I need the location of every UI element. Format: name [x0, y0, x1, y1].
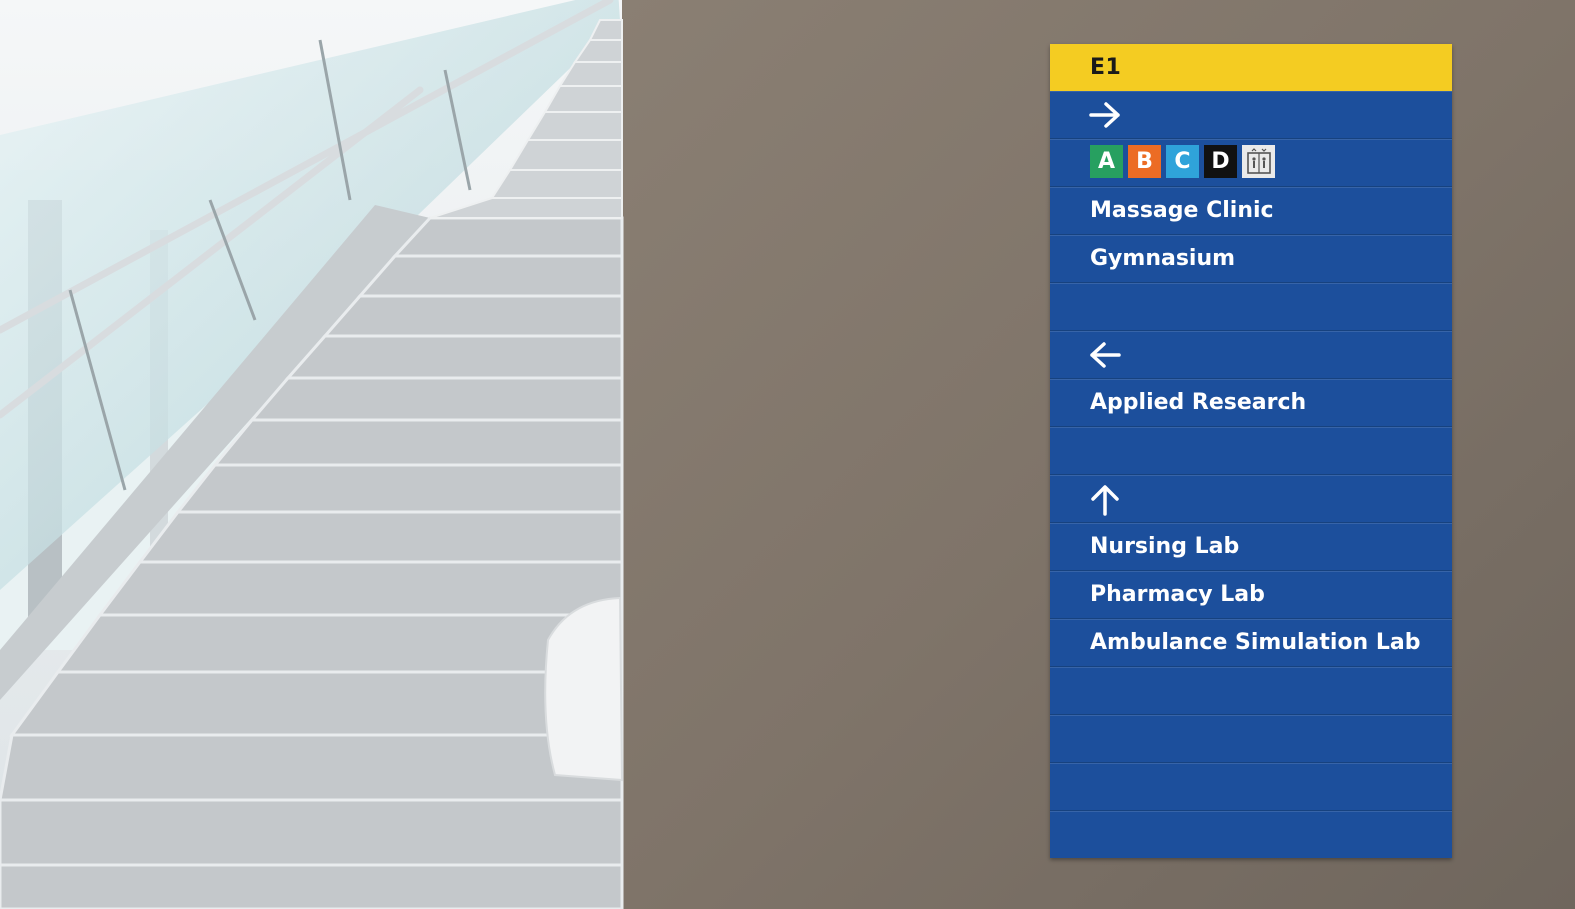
destination-row: Applied Research — [1050, 379, 1452, 427]
blank-panel — [1050, 763, 1452, 811]
building-badges: A B C D — [1090, 145, 1275, 178]
blank-panel — [1050, 811, 1452, 858]
destination-row: Pharmacy Lab — [1050, 571, 1452, 619]
destination-row: Massage Clinic — [1050, 187, 1452, 235]
destination-label: Pharmacy Lab — [1090, 582, 1265, 607]
blank-panel — [1050, 283, 1452, 331]
badge-building-d: D — [1204, 145, 1237, 178]
destination-label: Nursing Lab — [1090, 534, 1240, 559]
sign-header: E1 — [1050, 44, 1452, 91]
panel-right-arrow — [1050, 91, 1452, 139]
destination-row: Gymnasium — [1050, 235, 1452, 283]
destination-row: Ambulance Simulation Lab — [1050, 619, 1452, 667]
panel-up-arrow — [1050, 475, 1452, 523]
wayfinding-sign: E1 A B C D Massage Clinic Gymnasium Appl… — [1050, 44, 1452, 858]
destination-label: Massage Clinic — [1090, 198, 1274, 223]
badge-building-c: C — [1166, 145, 1199, 178]
badge-building-a: A — [1090, 145, 1123, 178]
destination-row: Nursing Lab — [1050, 523, 1452, 571]
arrow-right-icon — [1089, 102, 1120, 128]
elevator-icon — [1242, 145, 1275, 178]
blank-panel — [1050, 427, 1452, 475]
panel-left-arrow — [1050, 331, 1452, 379]
destination-label: Applied Research — [1090, 390, 1307, 415]
panel-buildings: A B C D — [1050, 139, 1452, 187]
location-code: E1 — [1090, 55, 1122, 80]
arrow-up-icon — [1091, 485, 1119, 516]
destination-label: Gymnasium — [1090, 246, 1236, 271]
arrow-left-icon — [1090, 342, 1121, 368]
destination-label: Ambulance Simulation Lab — [1090, 630, 1421, 655]
blank-panel — [1050, 667, 1452, 715]
badge-building-b: B — [1128, 145, 1161, 178]
blank-panel — [1050, 715, 1452, 763]
